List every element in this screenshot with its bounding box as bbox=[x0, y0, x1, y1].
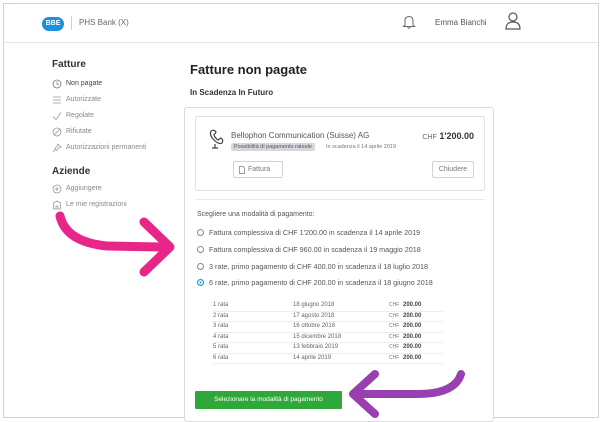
app-window: BBE PHS Bank (X) Emma Bianchi Fatture No… bbox=[3, 3, 599, 422]
bell-icon[interactable] bbox=[400, 13, 418, 31]
sidebar-item-rejected[interactable]: Rifiutate bbox=[52, 124, 180, 140]
rate-amount: 200.00 bbox=[403, 302, 422, 308]
pin-icon bbox=[52, 143, 62, 153]
purple-arrow-icon bbox=[349, 370, 465, 418]
payment-option-label: 3 rate, primo pagamento di CHF 400.00 in… bbox=[209, 262, 428, 271]
document-icon bbox=[239, 166, 245, 174]
close-button[interactable]: Chiudere bbox=[432, 161, 474, 178]
rate-number: 6 rata bbox=[213, 354, 229, 361]
radio-button[interactable] bbox=[197, 229, 204, 236]
installment-badge: Possibilità di pagamento rateale bbox=[231, 143, 315, 151]
sidebar-section-invoices: Fatture bbox=[52, 59, 86, 70]
payment-option-1[interactable]: Fattura complessiva di CHF 1'200.00 in s… bbox=[197, 226, 420, 240]
sidebar-section-companies: Aziende bbox=[52, 166, 91, 177]
plus-circle-icon bbox=[52, 184, 62, 194]
header-divider bbox=[71, 16, 72, 30]
rate-number: 5 rata bbox=[213, 344, 229, 350]
rate-number: 4 rata bbox=[213, 333, 229, 340]
amount-value: 1'200.00 bbox=[439, 131, 474, 141]
top-bar: BBE PHS Bank (X) Emma Bianchi bbox=[4, 4, 598, 43]
rate-date: 16 ottobre 2018 bbox=[293, 323, 336, 329]
rate-currency: CHF bbox=[389, 344, 400, 350]
invoice-button-label: Fattura bbox=[248, 166, 271, 173]
rate-currency: CHF bbox=[389, 302, 400, 308]
due-date: In scadenza il 14 aprile 2019 bbox=[326, 144, 397, 150]
payment-option-3[interactable]: 3 rate, primo pagamento di CHF 400.00 in… bbox=[197, 260, 428, 274]
rate-currency: CHF bbox=[389, 323, 400, 329]
invoice-summary: Bellophon Communication (Suisse) AG CHF … bbox=[195, 116, 485, 191]
page: BBE PHS Bank (X) Emma Bianchi Fatture No… bbox=[0, 0, 603, 422]
table-row: 2 rata 17 agosto 2018 CHF 200.00 bbox=[213, 312, 443, 322]
sidebar-item-authorized[interactable]: Autorizzate bbox=[52, 92, 180, 108]
rate-date: 13 febbraio 2019 bbox=[293, 344, 339, 350]
table-row: 1 rata 18 giugno 2018 CHF 200.00 bbox=[213, 301, 443, 312]
page-title: Fatture non pagate bbox=[190, 62, 308, 77]
rate-currency: CHF bbox=[389, 312, 400, 319]
radio-button-selected[interactable] bbox=[197, 279, 204, 286]
bank-logo[interactable]: BBE bbox=[42, 17, 64, 31]
rate-amount: 200.00 bbox=[403, 344, 422, 350]
list-icon bbox=[53, 96, 61, 104]
pink-arrow-icon bbox=[55, 211, 175, 277]
section-subtitle: In Scadenza In Futuro bbox=[190, 88, 274, 97]
invoice-amount: CHF 1'200.00 bbox=[422, 131, 474, 141]
rate-amount: 200.00 bbox=[403, 323, 422, 329]
sidebar-item-permanent-authorizations[interactable]: Autorizzazioni permanenti bbox=[52, 140, 180, 156]
rate-currency: CHF bbox=[389, 333, 400, 340]
payment-option-2[interactable]: Fattura complessiva di CHF 960.00 in sca… bbox=[197, 243, 421, 257]
forbidden-icon bbox=[52, 127, 62, 137]
table-row: 5 rata 13 febbraio 2019 CHF 200.00 bbox=[213, 343, 443, 354]
installment-table: 1 rata 18 giugno 2018 CHF 200.00 2 rata 17 a… bbox=[213, 301, 443, 364]
payment-prompt: Scegliere una modalità di pagamento: bbox=[197, 211, 315, 218]
sidebar-item-settled[interactable]: Regolate bbox=[52, 108, 180, 124]
invoice-button[interactable]: Fattura bbox=[233, 161, 283, 178]
payment-option-4[interactable]: 6 rate, primo pagamento di CHF 200.00 in… bbox=[197, 276, 433, 290]
sidebar-item-unpaid[interactable]: Non pagate bbox=[52, 76, 180, 92]
rate-number: 1 rata bbox=[213, 302, 229, 308]
sidebar-item-label: Autorizzate bbox=[66, 96, 102, 103]
radio-button[interactable] bbox=[197, 263, 204, 270]
payment-option-label: Fattura complessiva di CHF 1'200.00 in s… bbox=[209, 228, 421, 237]
company-name: Bellophon Communication (Suisse) AG bbox=[231, 131, 370, 140]
payment-option-label: 6 rate, primo pagamento di CHF 200.00 in… bbox=[209, 278, 433, 287]
rate-amount: 200.00 bbox=[403, 333, 422, 340]
sidebar-item-label: Regolate bbox=[66, 112, 95, 119]
table-row: 4 rata 15 dicembre 2018 CHF 200.00 bbox=[213, 333, 443, 343]
sidebar-item-label: Rifiutate bbox=[66, 128, 92, 135]
rate-date: 18 giugno 2018 bbox=[293, 302, 335, 308]
sidebar-item-label: Non pagate bbox=[66, 80, 103, 87]
telephone-icon bbox=[209, 129, 224, 149]
sidebar: Fatture Non pagate Autorizzate Regolate … bbox=[52, 59, 180, 213]
bank-name: PHS Bank (X) bbox=[79, 18, 129, 27]
payment-option-label: Fattura complessiva di CHF 960.00 in sca… bbox=[209, 245, 421, 254]
rate-date: 17 agosto 2018 bbox=[293, 312, 335, 319]
currency-label: CHF bbox=[422, 134, 437, 141]
radio-button[interactable] bbox=[197, 246, 204, 253]
rate-amount: 200.00 bbox=[403, 312, 422, 319]
rate-number: 3 rata bbox=[213, 323, 229, 329]
rate-date: 14 aprile 2019 bbox=[293, 354, 332, 361]
rate-amount: 200.00 bbox=[403, 354, 422, 361]
rate-date: 15 dicembre 2018 bbox=[293, 333, 342, 340]
sidebar-item-label: Autorizzazioni permanenti bbox=[66, 144, 147, 151]
table-row: 6 rata 14 aprile 2019 CHF 200.00 bbox=[213, 354, 443, 364]
select-payment-method-button[interactable]: Selezionare la modalità di pagamento bbox=[195, 391, 342, 409]
clock-icon bbox=[52, 79, 62, 89]
rate-number: 2 rata bbox=[213, 312, 229, 319]
sidebar-item-label: Aggiungere bbox=[66, 185, 102, 192]
check-icon bbox=[52, 112, 62, 121]
table-row: 3 rata 16 ottobre 2018 CHF 200.00 bbox=[213, 322, 443, 333]
rate-currency: CHF bbox=[389, 354, 400, 361]
sidebar-item-add[interactable]: Aggiungere bbox=[52, 181, 180, 197]
user-name[interactable]: Emma Bianchi bbox=[435, 18, 487, 27]
user-icon[interactable] bbox=[503, 10, 523, 32]
divider bbox=[195, 199, 485, 200]
